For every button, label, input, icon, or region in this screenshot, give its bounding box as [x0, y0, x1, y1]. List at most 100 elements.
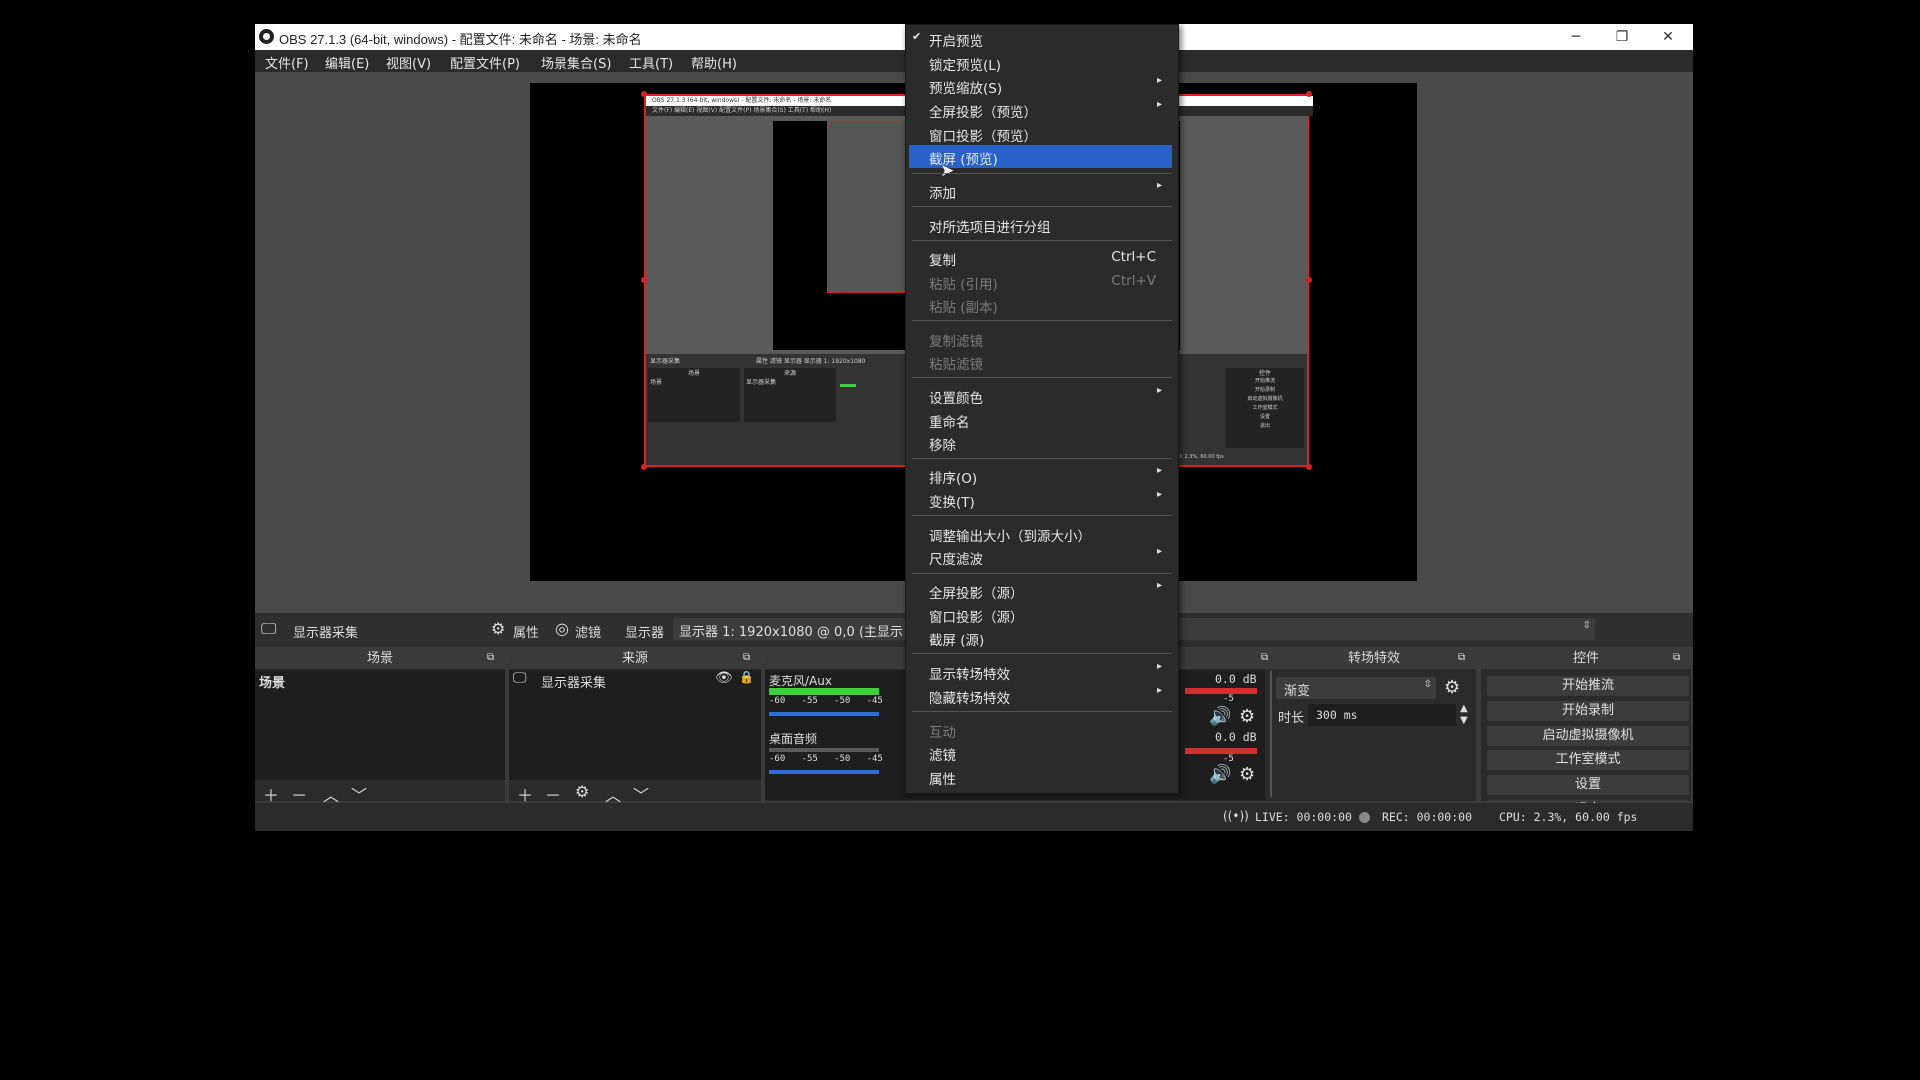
menu-separator [912, 458, 1172, 459]
menu-item-label: 添加 [929, 186, 956, 202]
nested-controls-panel: 控件 开始推流 开始录制 启动虚拟摄像机 工作室模式 设置 退出 [1226, 368, 1304, 448]
speaker-icon[interactable]: 🔊 [1209, 706, 1231, 727]
menu-filters[interactable]: 滤镜 [909, 741, 1172, 764]
undock-icon[interactable]: ⧉ [1673, 652, 1680, 663]
menu-hide-transition[interactable]: 隐藏转场特效 ▸ [909, 684, 1172, 707]
start-streaming-button[interactable]: 开始推流 [1487, 676, 1689, 696]
source-item[interactable]: 显示器采集 [541, 672, 606, 691]
menu-item-label: 窗口投影（预览） [929, 129, 1037, 145]
menu-profile[interactable]: 配置文件(P) [450, 53, 520, 72]
resize-handle-tr[interactable] [1306, 91, 1312, 97]
monitor-icon: 🖵 [513, 670, 527, 686]
start-virtual-camera-button[interactable]: 启动虚拟摄像机 [1487, 726, 1689, 746]
menu-help[interactable]: 帮助(H) [691, 53, 737, 72]
menu-item-label: 排序(O) [929, 471, 978, 487]
resize-handle-bl[interactable] [641, 464, 647, 470]
maximize-button[interactable]: ❐ [1599, 24, 1645, 50]
eye-icon[interactable]: 👁 [715, 670, 733, 686]
undock-icon[interactable]: ⧉ [743, 652, 750, 663]
menu-preview-scaling[interactable]: 预览缩放(S) ▸ [909, 74, 1172, 97]
scenes-dock: 场景 ⧉ 场景 ＋ － ︿ ﹀ [255, 649, 505, 805]
menu-remove[interactable]: 移除 [909, 431, 1172, 454]
menu-interact: 互动 [909, 718, 1172, 741]
menu-shortcut: Ctrl+V [1111, 273, 1156, 289]
menu-separator [912, 711, 1172, 712]
resize-handle-br[interactable] [1306, 464, 1312, 470]
menu-separator [912, 320, 1172, 321]
close-button[interactable]: ✕ [1645, 24, 1691, 50]
menu-edit[interactable]: 编辑(E) [325, 53, 369, 72]
nested-toolbar: 属性 滤镜 显示器 显示器 1: 1920x1080 [756, 358, 866, 365]
resize-handle-tl[interactable] [641, 91, 647, 97]
menu-resize-output[interactable]: 调整输出大小（到源大小） [909, 522, 1172, 545]
nested-scenes-head: 场景 [687, 370, 700, 377]
menu-item-label: 隐藏转场特效 [929, 691, 1010, 707]
menu-transform[interactable]: 变换(T) ▸ [909, 488, 1172, 511]
speaker-icon[interactable]: 🔊 [1209, 764, 1231, 785]
controls-dock-title: 控件 [1481, 649, 1691, 669]
gear-icon[interactable]: ⚙ [1239, 706, 1255, 727]
minimize-button[interactable]: ─ [1553, 24, 1599, 50]
menu-lock-preview[interactable]: 锁定预览(L) [909, 51, 1172, 74]
transitions-dock: 转场特效 ⧉ 渐变 ⇳ ⚙ 时长 300 ms ▲ ▼ [1272, 649, 1476, 801]
chevron-updown-icon: ⇳ [1423, 679, 1432, 690]
properties-button[interactable]: 属性 [513, 622, 539, 641]
menu-separator [912, 573, 1172, 574]
menu-paste-filters: 粘贴滤镜 [909, 350, 1172, 373]
studio-mode-button[interactable]: 工作室模式 [1487, 750, 1689, 770]
menu-windowed-projector-preview[interactable]: 窗口投影（预览） [909, 122, 1172, 145]
undock-icon[interactable]: ⧉ [1458, 652, 1465, 663]
menu-show-transition[interactable]: 显示转场特效 ▸ [909, 660, 1172, 683]
start-recording-button[interactable]: 开始录制 [1487, 701, 1689, 721]
menu-order[interactable]: 排序(O) ▸ [909, 464, 1172, 487]
menu-tools[interactable]: 工具(T) [629, 53, 673, 72]
menu-rename[interactable]: 重命名 [909, 408, 1172, 431]
stepper-down-icon[interactable]: ▼ [1460, 715, 1468, 726]
menu-windowed-projector-source[interactable]: 窗口投影（源） [909, 603, 1172, 626]
undock-icon[interactable]: ⧉ [1261, 652, 1268, 663]
menu-screenshot-source[interactable]: 截屏 (源) [909, 626, 1172, 649]
duration-input[interactable]: 300 ms [1308, 704, 1456, 726]
transitions-dock-title: 转场特效 [1272, 649, 1476, 669]
menu-file[interactable]: 文件(F) [265, 53, 309, 72]
menu-enable-preview[interactable]: ✔ 开启预览 [909, 27, 1172, 50]
filters-button[interactable]: 滤镜 [575, 622, 601, 641]
menu-copy-filters: 复制滤镜 [909, 327, 1172, 350]
filter-icon: ◎ [555, 619, 569, 638]
menu-add[interactable]: 添加 ▸ [909, 179, 1172, 202]
mic-volume-slider[interactable] [769, 712, 879, 716]
resize-handle-r[interactable] [1306, 277, 1312, 283]
menu-item-label: 滤镜 [929, 748, 956, 764]
menu-fullscreen-projector-preview[interactable]: 全屏投影（预览） ▸ [909, 98, 1172, 121]
gear-icon[interactable]: ⚙ [1444, 677, 1460, 698]
menu-view[interactable]: 视图(V) [386, 53, 431, 72]
menu-item-label: 属性 [929, 772, 956, 788]
lock-icon[interactable]: 🔒 [739, 670, 754, 684]
source-name-label: 显示器采集 [293, 626, 359, 641]
menu-copy[interactable]: 复制 Ctrl+C [909, 246, 1172, 269]
menu-set-color[interactable]: 设置颜色 ▸ [909, 384, 1172, 407]
menu-separator [912, 377, 1172, 378]
menu-shortcut: Ctrl+C [1111, 249, 1156, 265]
settings-button[interactable]: 设置 [1487, 775, 1689, 795]
menu-item-label: 复制 [929, 253, 956, 269]
gear-icon[interactable]: ⚙ [575, 782, 589, 801]
stepper-up-icon[interactable]: ▲ [1460, 703, 1468, 714]
submenu-arrow-icon: ▸ [1156, 546, 1162, 557]
scene-item[interactable]: 场景 [259, 672, 285, 691]
menu-item-label: 复制滤镜 [929, 334, 983, 350]
menu-scene-collection[interactable]: 场景集合(S) [541, 53, 611, 72]
resize-handle-l[interactable] [641, 277, 647, 283]
menu-group-selected[interactable]: 对所选项目进行分组 [909, 213, 1172, 236]
menu-item-label: 显示转场特效 [929, 667, 1010, 683]
submenu-arrow-icon: ▸ [1156, 465, 1162, 476]
menu-fullscreen-projector-source[interactable]: 全屏投影（源） ▸ [909, 579, 1172, 602]
status-bar: ((•)) LIVE: 00:00:00 REC: 00:00:00 CPU: … [255, 803, 1693, 831]
undock-icon[interactable]: ⧉ [487, 652, 494, 663]
gear-icon[interactable]: ⚙ [1239, 764, 1255, 785]
transition-select[interactable]: 渐变 ⇳ [1276, 677, 1436, 699]
menu-properties[interactable]: 属性 [909, 765, 1172, 788]
mic-level-meter [769, 688, 879, 695]
menu-scale-filtering[interactable]: 尺度滤波 ▸ [909, 545, 1172, 568]
desktop-volume-slider[interactable] [769, 770, 879, 774]
